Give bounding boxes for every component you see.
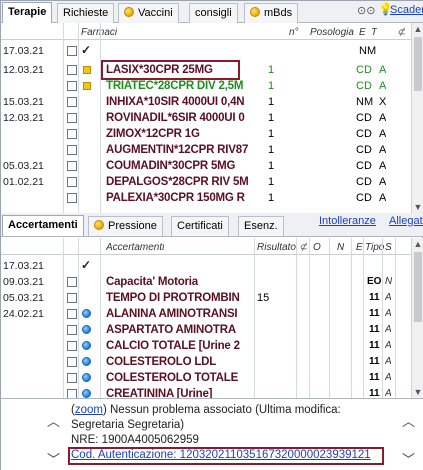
blue-ball-icon: [82, 309, 91, 318]
nre-text: NRE: 1900A4005062959: [71, 434, 199, 446]
drug-name: INHIXA*10SIR 4000UI 0,4N: [106, 96, 245, 108]
tab-consigli[interactable]: consigli: [189, 3, 238, 23]
col-e: E: [359, 27, 366, 38]
chevron-up-icon[interactable]: ︿: [402, 411, 415, 430]
scroll-down-icon[interactable]: ▼: [412, 201, 423, 213]
row-checkbox[interactable]: [67, 145, 77, 155]
zoom-link[interactable]: zoom: [75, 404, 103, 416]
column-settings-icon[interactable]: ⊄: [299, 241, 307, 255]
drug-name: AUGMENTIN*12CPR RIV87: [106, 144, 249, 156]
therapy-tabbar: Terapie Richieste Vaccini consigli mBds …: [1, 1, 423, 23]
row-checkbox[interactable]: [67, 193, 77, 203]
exam-name: ASPARTATO AMINOTRA: [106, 324, 236, 336]
blue-ball-icon: [82, 341, 91, 350]
col-t: T: [371, 27, 378, 38]
checkmark-icon: ✓: [81, 43, 92, 57]
yellow-dot-icon: [94, 220, 104, 230]
yellow-square-icon: [83, 82, 91, 90]
col-o: O: [313, 242, 321, 253]
row-checkbox[interactable]: [67, 161, 77, 171]
tab-esenz[interactable]: Esenz.: [238, 216, 284, 236]
exam-scrollbar[interactable]: ▲ ▼: [411, 238, 423, 398]
drug-name: DEPALGOS*28CPR RIV 5M: [106, 176, 249, 188]
tab-terapie[interactable]: Terapie: [2, 2, 53, 23]
drug-name: ROVINADIL*6SIR 4000UI 0: [106, 112, 245, 124]
tab-pressione[interactable]: Pressione: [88, 216, 163, 236]
auth-code-highlight: [68, 447, 384, 465]
exam-name: ALANINA AMINOTRANSI: [106, 308, 238, 320]
drug-name: ZIMOX*12CPR 1G: [106, 128, 200, 140]
chevron-down-icon[interactable]: ﹀: [47, 449, 60, 468]
tab-mbds[interactable]: mBds: [244, 3, 299, 23]
drug-name: TRIATEC*28CPR DIV 2,5M: [106, 80, 244, 92]
drug-name: PALEXIA*30CPR 150MG R: [106, 192, 245, 204]
yellow-square-icon: [83, 66, 91, 74]
collapse-arrows-icon[interactable]: ⊙⊙: [357, 4, 375, 17]
row-checkbox[interactable]: [67, 325, 77, 335]
yellow-dot-icon: [124, 7, 134, 17]
therapy-table: Farmaci n° Posologia E T ⊄ 17.03.21 ✓ NM…: [1, 23, 412, 213]
exam-name: COLESTEROLO TOTALE: [106, 372, 239, 384]
row-checkbox[interactable]: [67, 389, 77, 398]
intolleranze-link[interactable]: Intolleranze: [319, 215, 376, 227]
row-checkbox[interactable]: [67, 129, 77, 139]
col-n: N: [337, 242, 345, 253]
row-checkbox[interactable]: [67, 357, 77, 367]
scroll-up-icon[interactable]: ▲: [412, 23, 423, 35]
exam-name: CALCIO TOTALE [Urine 2: [106, 340, 240, 352]
exam-tabbar: Accertamenti Pressione Certificati Esenz…: [1, 213, 423, 237]
tab-certificati[interactable]: Certificati: [171, 216, 229, 236]
row-checkbox[interactable]: [67, 293, 77, 303]
tab-richieste[interactable]: Richieste: [57, 3, 115, 23]
allegati-link[interactable]: Allegati: [389, 215, 423, 227]
scroll-thumb[interactable]: [414, 37, 422, 91]
col-n: n°: [289, 27, 299, 38]
row-checkbox[interactable]: [67, 65, 77, 75]
scroll-thumb[interactable]: [414, 252, 422, 322]
yellow-dot-icon: [250, 7, 260, 17]
exam-name: CREATININA [Urine]: [106, 388, 213, 398]
column-settings-icon[interactable]: ⊄: [397, 26, 405, 40]
blue-ball-icon: [82, 373, 91, 382]
row-checkbox[interactable]: [67, 177, 77, 187]
patient-record-panel: Terapie Richieste Vaccini consigli mBds …: [0, 0, 423, 470]
selected-drug-highlight: [101, 60, 240, 80]
scroll-down-icon[interactable]: ▼: [412, 386, 423, 398]
col-posologia: Posologia: [310, 27, 354, 38]
row-checkbox[interactable]: [67, 373, 77, 383]
col-s: S: [385, 242, 392, 253]
drug-name: COUMADIN*30CPR 5MG: [106, 160, 236, 172]
scroll-up-icon[interactable]: ▲: [412, 238, 423, 250]
row-checkbox[interactable]: [67, 46, 77, 56]
row-checkbox[interactable]: [67, 277, 77, 287]
tab-vaccini[interactable]: Vaccini: [118, 3, 179, 23]
col-risultato: Risultato: [257, 242, 296, 253]
row-checkbox[interactable]: [67, 309, 77, 319]
checkmark-icon: ✓: [81, 258, 92, 272]
exam-name: TEMPO DI PROTROMBIN: [106, 292, 240, 304]
therapy-scrollbar[interactable]: ▲ ▼: [411, 23, 423, 213]
problem-note-panel: ︿ ﹀ ︿ ﹀ (zoom) Nessun problema associato…: [1, 398, 423, 470]
exam-name: COLESTEROLO LDL: [106, 356, 217, 368]
row-checkbox[interactable]: [67, 81, 77, 91]
chevron-down-icon[interactable]: ﹀: [402, 449, 415, 468]
chevron-up-icon[interactable]: ︿: [47, 411, 60, 430]
row-checkbox[interactable]: [67, 113, 77, 123]
col-e: E: [356, 242, 363, 253]
row-checkbox[interactable]: [67, 97, 77, 107]
row-checkbox[interactable]: [67, 341, 77, 351]
blue-ball-icon: [82, 389, 91, 398]
exam-name: Capacita' Motoria: [106, 276, 198, 288]
scadenze-link[interactable]: Scadenze: [390, 4, 423, 16]
blue-ball-icon: [82, 357, 91, 366]
exam-table: Accertamenti Risultato ⊄ O N E Tipo S 17…: [1, 238, 412, 398]
tab-accertamenti[interactable]: Accertamenti: [2, 215, 84, 236]
col-accertamenti: Accertamenti: [106, 242, 165, 253]
blue-ball-icon: [82, 325, 91, 334]
